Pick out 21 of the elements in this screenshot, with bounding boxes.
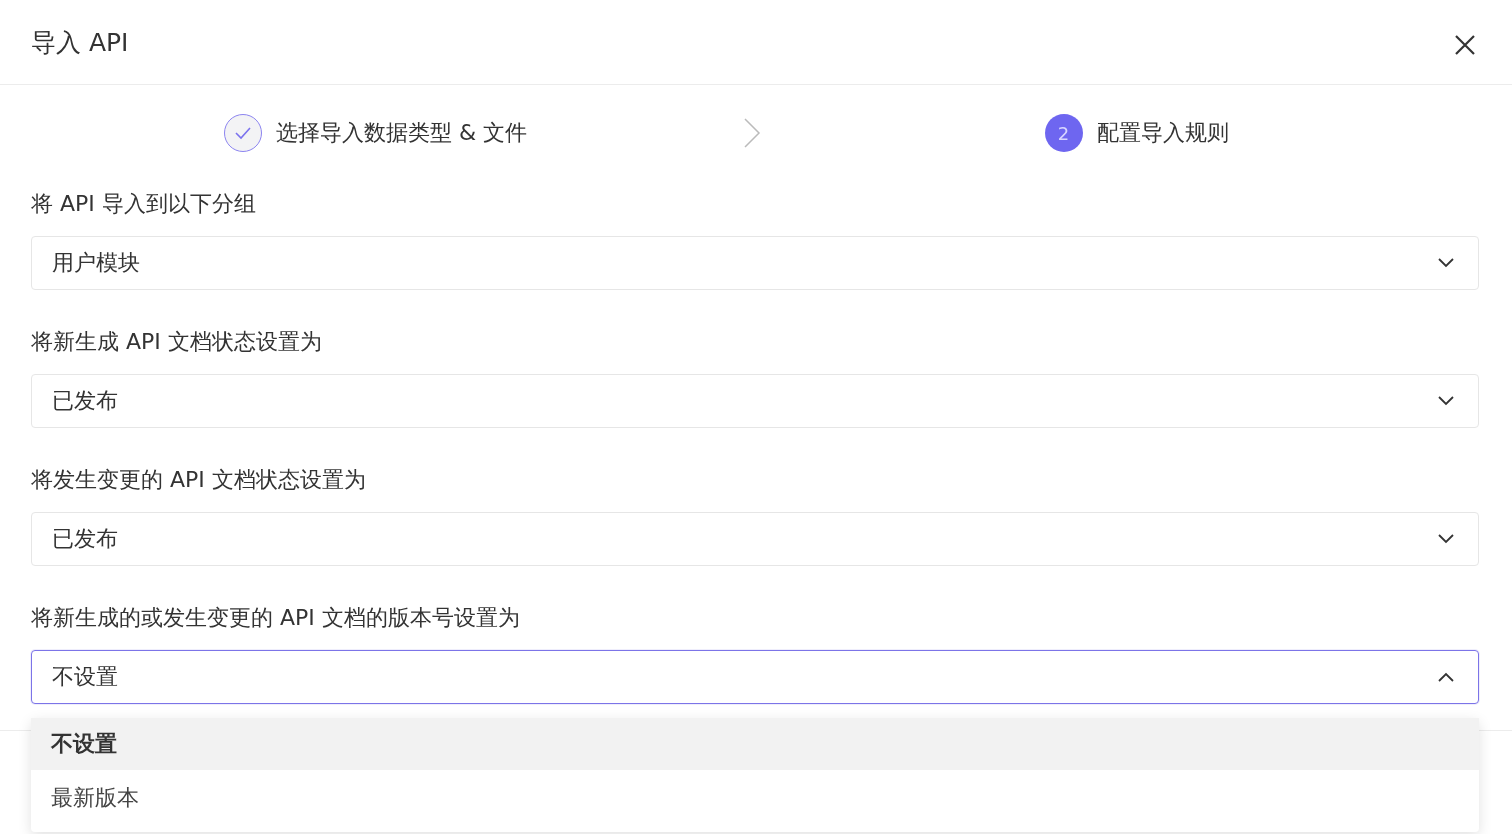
dropdown-option[interactable]: 最新版本 — [31, 770, 1479, 825]
chevron-down-icon — [1438, 258, 1454, 268]
field-label: 将发生变更的 API 文档状态设置为 — [31, 466, 367, 494]
field-label: 将 API 导入到以下分组 — [31, 190, 257, 218]
select-field[interactable]: 不设置 — [31, 650, 1479, 704]
close-icon — [1453, 33, 1477, 57]
chevron-right-icon — [743, 117, 761, 149]
step-label: 选择导入数据类型 & 文件 — [275, 119, 528, 147]
step-number: 2 — [1044, 114, 1083, 152]
dropdown-option[interactable]: 不设置 — [31, 718, 1479, 770]
select-field[interactable]: 用户模块 — [31, 236, 1479, 290]
chevron-up-icon — [1438, 672, 1454, 682]
close-button[interactable] — [1453, 33, 1477, 57]
select-field[interactable]: 已发布 — [31, 374, 1479, 428]
field-label: 将新生成的或发生变更的 API 文档的版本号设置为 — [31, 604, 521, 632]
step-label: 配置导入规则 — [1096, 119, 1229, 147]
chevron-down-icon — [1438, 534, 1454, 544]
field-label: 将新生成 API 文档状态设置为 — [31, 328, 323, 356]
chevron-down-icon — [1438, 396, 1454, 406]
select-field[interactable]: 已发布 — [31, 512, 1479, 566]
dialog-title: 导入 API — [31, 29, 129, 55]
